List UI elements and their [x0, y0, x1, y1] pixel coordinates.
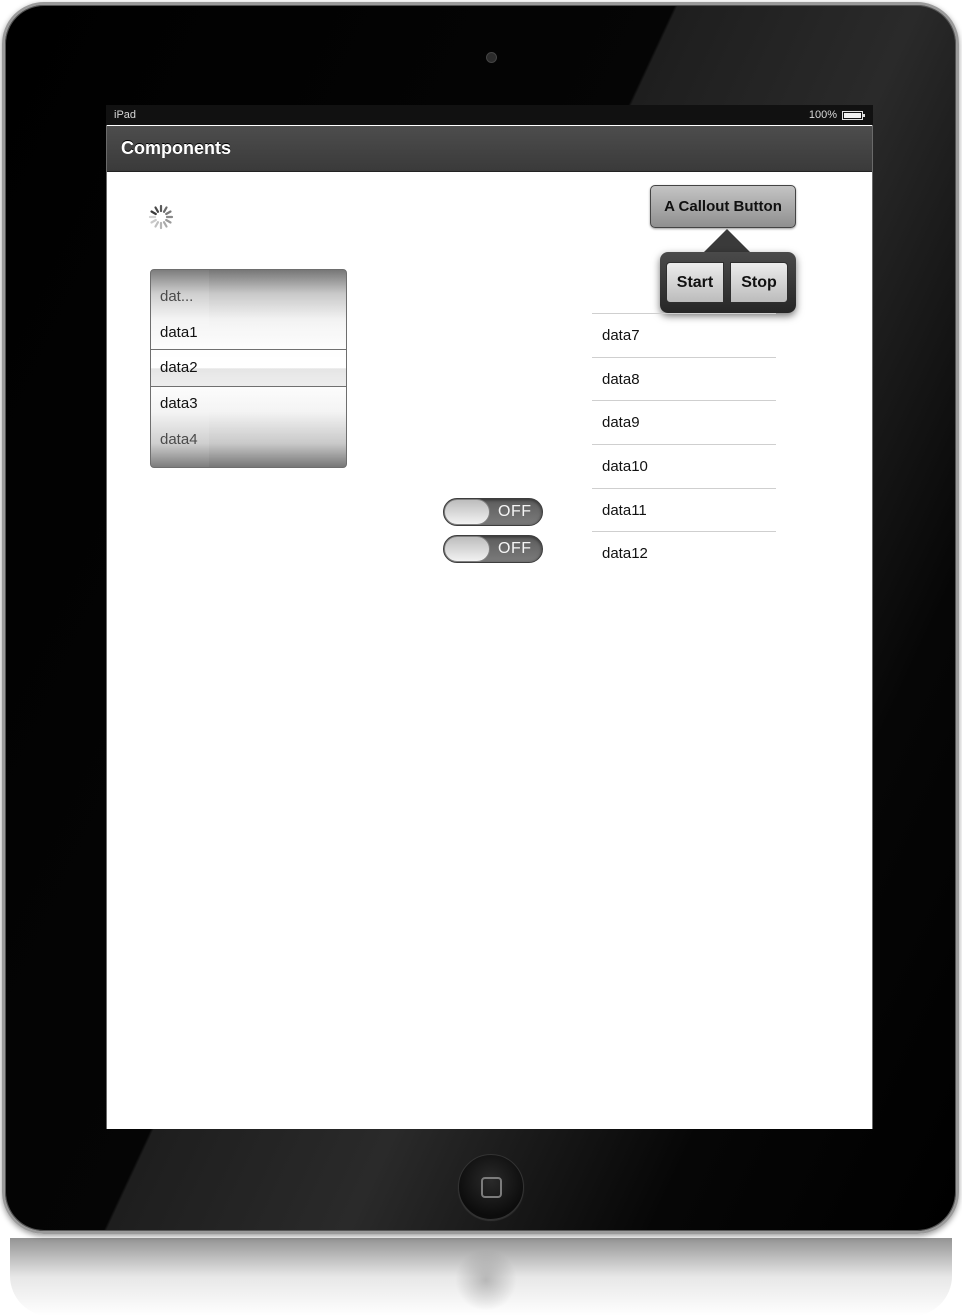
callout-button[interactable]: A Callout Button	[650, 185, 796, 228]
list-item[interactable]: data10	[592, 445, 776, 489]
status-device-name: iPad	[114, 109, 137, 121]
picker-row-selected[interactable]: data2	[160, 350, 198, 386]
battery-icon	[842, 110, 865, 120]
navigation-bar: Components	[107, 126, 872, 172]
picker-row[interactable]: data1	[160, 315, 198, 351]
list-item[interactable]: data11	[592, 489, 776, 533]
activity-indicator-icon	[148, 204, 174, 230]
screen: iPad 100% Components dat... data1 data2 …	[106, 105, 873, 1129]
list-item[interactable]: data9	[592, 401, 776, 446]
list-item[interactable]: data7	[592, 314, 776, 358]
data-picker[interactable]: dat... data1 data2 data3 data4	[150, 269, 347, 468]
status-battery: 100%	[808, 105, 865, 125]
list-item[interactable]: data8	[592, 358, 776, 402]
list-item[interactable]: data12	[592, 532, 776, 576]
battery-fill	[844, 112, 861, 118]
camera-icon	[486, 52, 497, 63]
toggle-label: OFF	[498, 540, 532, 557]
stop-button[interactable]: Stop	[730, 262, 788, 303]
picker-row[interactable]: data4	[160, 422, 198, 458]
picker-row[interactable]: dat...	[160, 279, 193, 315]
battery-percentage: 100%	[808, 109, 837, 121]
toggle-switch-2[interactable]: OFF	[443, 535, 543, 563]
data-list: data7 data8 data9 data10 data11 data12	[592, 313, 776, 576]
home-button[interactable]	[458, 1154, 524, 1220]
toggle-knob	[444, 536, 490, 562]
page-title: Components	[121, 138, 231, 158]
start-button[interactable]: Start	[666, 262, 724, 303]
home-square-icon	[481, 1177, 502, 1198]
status-bar: iPad 100%	[106, 105, 873, 125]
reflection-home-button	[454, 1250, 518, 1310]
popover-arrow	[703, 229, 751, 253]
callout-popover: Start Stop	[660, 252, 796, 313]
toggle-label: OFF	[498, 503, 532, 520]
toggle-switch-1[interactable]: OFF	[443, 498, 543, 526]
toggle-knob	[444, 499, 490, 525]
picker-row[interactable]: data3	[160, 386, 198, 422]
